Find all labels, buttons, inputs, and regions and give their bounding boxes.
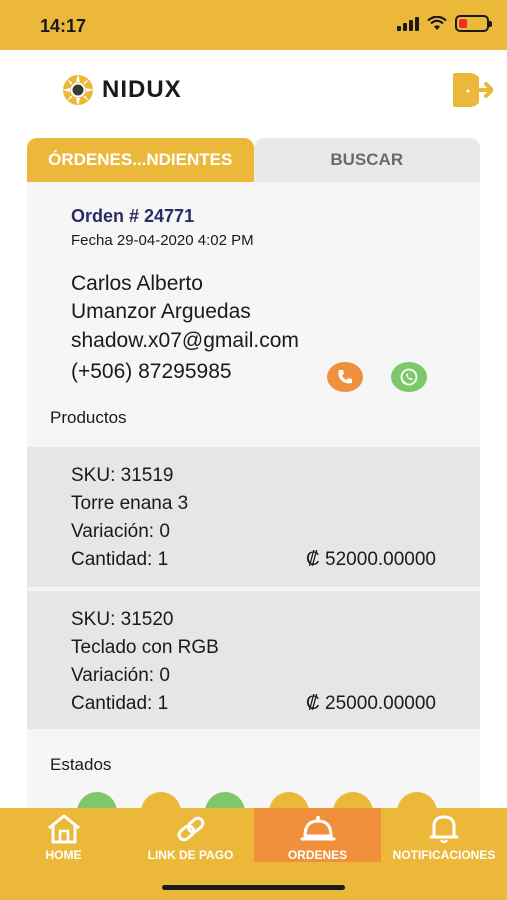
order-title: Orden # 24771 bbox=[71, 206, 195, 226]
order-detail: Orden # 24771 Fecha 29-04-2020 4:02 PM C… bbox=[27, 182, 480, 810]
product-sku: SKU: 31520 bbox=[71, 609, 174, 630]
wifi-icon bbox=[427, 16, 447, 30]
product-price: ₡ 25000.00000 bbox=[306, 693, 436, 714]
whatsapp-icon bbox=[400, 368, 418, 386]
app-header: NIDUX bbox=[0, 50, 507, 135]
customer-last-name: Umanzor Arguedas bbox=[71, 300, 251, 323]
tab-search[interactable]: BUSCAR bbox=[253, 138, 480, 182]
customer-email: shadow.x07@gmail.com bbox=[71, 329, 299, 352]
whatsapp-button[interactable] bbox=[391, 362, 427, 392]
link-icon bbox=[177, 816, 204, 842]
product-name: Torre enana 3 bbox=[71, 493, 189, 514]
phone-row: (+506) 87295985 bbox=[71, 360, 451, 394]
home-icon bbox=[47, 814, 80, 844]
product-price: ₡ 52000.00000 bbox=[306, 549, 436, 570]
states-heading: Estados bbox=[50, 755, 112, 774]
product-sku: SKU: 31519 bbox=[71, 465, 174, 486]
nav-orders[interactable]: ORDENES bbox=[254, 808, 381, 862]
order-tabs: ÓRDENES...NDIENTES BUSCAR bbox=[27, 138, 480, 182]
nav-label: ORDENES bbox=[287, 848, 348, 862]
nav-payment-link[interactable]: LINK DE PAGO bbox=[127, 808, 254, 862]
product-quantity: Cantidad: 1 bbox=[71, 693, 169, 714]
battery-icon bbox=[455, 15, 492, 32]
phone-icon bbox=[338, 370, 352, 384]
product-item: SKU: 31520 Teclado con RGB Variación: 0 … bbox=[27, 589, 480, 729]
status-icons bbox=[397, 15, 492, 32]
home-indicator[interactable] bbox=[162, 885, 345, 890]
nav-label: NOTIFICACIONES bbox=[392, 848, 496, 862]
notification-bell-icon bbox=[429, 815, 459, 844]
nidux-logo-icon bbox=[62, 74, 94, 106]
customer-phone: (+506) 87295985 bbox=[71, 360, 232, 383]
signal-icon bbox=[397, 16, 419, 31]
nav-label: LINK DE PAGO bbox=[147, 848, 234, 862]
product-quantity: Cantidad: 1 bbox=[71, 549, 169, 570]
product-item: SKU: 31519 Torre enana 3 Variación: 0 Ca… bbox=[27, 447, 480, 587]
nav-label: HOME bbox=[45, 848, 82, 862]
order-date: Fecha 29-04-2020 4:02 PM bbox=[71, 232, 254, 249]
nav-home[interactable]: HOME bbox=[0, 808, 127, 862]
products-heading: Productos bbox=[50, 408, 127, 427]
customer-first-name: Carlos Alberto bbox=[71, 272, 203, 295]
product-name: Teclado con RGB bbox=[71, 637, 219, 658]
status-time: 14:17 bbox=[40, 16, 87, 36]
bell-service-icon bbox=[300, 816, 335, 841]
product-variation: Variación: 0 bbox=[71, 521, 170, 542]
tab-pending-orders[interactable]: ÓRDENES...NDIENTES bbox=[27, 138, 254, 182]
status-bar: 14:17 bbox=[0, 0, 507, 50]
product-variation: Variación: 0 bbox=[71, 665, 170, 686]
nav-notifications[interactable]: NOTIFICACIONES bbox=[381, 808, 507, 862]
call-button[interactable] bbox=[327, 362, 363, 392]
logout-icon[interactable] bbox=[451, 70, 493, 110]
brand-name: NIDUX bbox=[102, 76, 182, 103]
brand-logo: NIDUX bbox=[60, 72, 182, 108]
